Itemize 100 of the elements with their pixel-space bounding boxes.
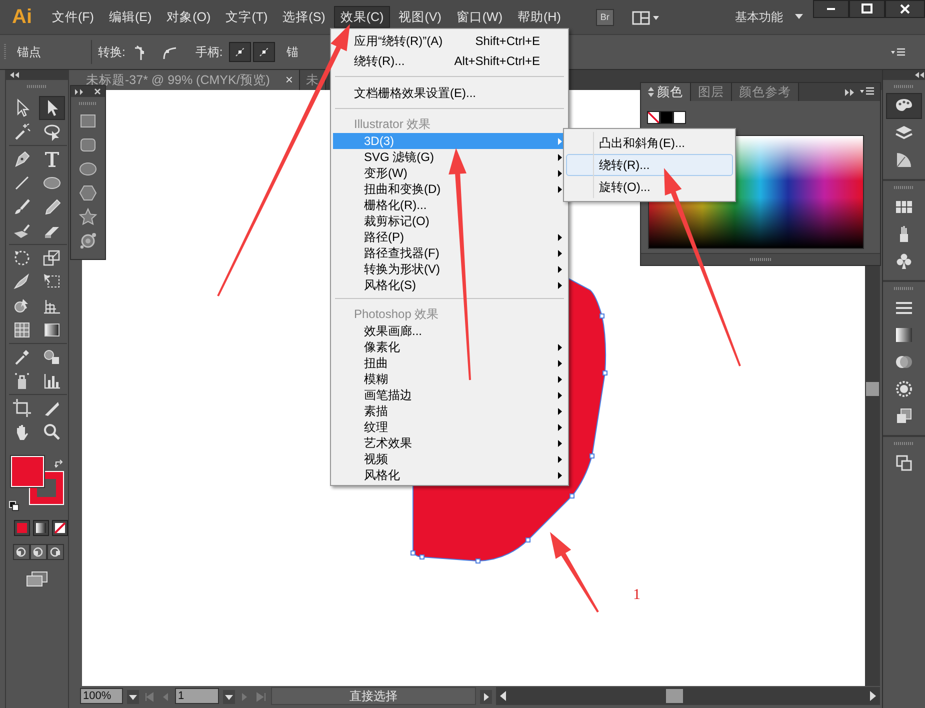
draw-normal-icon[interactable]: [13, 544, 30, 560]
submenu-arrow-icon: [558, 250, 562, 258]
swap-icon[interactable]: [54, 458, 64, 469]
close-icon[interactable]: [94, 88, 101, 95]
menu-item[interactable]: 编辑(E): [102, 6, 158, 28]
menu-item[interactable]: 旋转(O)...: [566, 176, 733, 198]
grip-icon[interactable]: [27, 84, 47, 88]
menu-item[interactable]: 文件(F): [46, 6, 100, 28]
expand-icon[interactable]: [75, 88, 83, 94]
bridge-button[interactable]: Br: [596, 8, 614, 26]
panel-menu-icon[interactable]: [891, 48, 905, 58]
dropdown-icon[interactable]: [223, 690, 235, 704]
caret-icon[interactable]: [795, 14, 803, 20]
workspace-label[interactable]: 基本功能: [735, 8, 783, 26]
document-tab[interactable]: 未标题-37* @ 99% (CMYK/预览) ×: [78, 70, 300, 90]
menu-item[interactable]: 文档栅格效果设置(E)...: [351, 83, 566, 103]
menu-item[interactable]: 视频: [333, 451, 566, 467]
stroke-swatch[interactable]: [30, 472, 63, 504]
submenu-arrow-icon: [558, 360, 562, 368]
screen-mode-icon[interactable]: [26, 570, 48, 587]
artboard-field[interactable]: 1: [175, 688, 219, 704]
scrollbar-thumb[interactable]: [866, 382, 879, 396]
grip-icon: [4, 42, 7, 62]
scroll-left-icon[interactable]: [500, 691, 506, 701]
convert-label: 转换:: [98, 44, 126, 61]
collapse-icon[interactable]: [10, 72, 20, 78]
close-button[interactable]: [885, 0, 925, 18]
scrollbar-thumb[interactable]: [666, 689, 683, 703]
menu-item[interactable]: 转换为形状(V): [333, 261, 566, 277]
zoom-field[interactable]: 100%: [80, 688, 123, 704]
panel-tab[interactable]: 颜色: [641, 83, 691, 101]
color-swatch[interactable]: [660, 111, 673, 124]
menu-item[interactable]: 风格化: [333, 467, 566, 483]
draw-behind-icon[interactable]: [30, 544, 47, 560]
scroll-right-icon[interactable]: [870, 691, 876, 701]
minimize-icon: [827, 8, 835, 10]
menu-item[interactable]: 像素化: [333, 339, 566, 355]
document-tab-title[interactable]: 未标题-37* @ 99% (CMYK/预览): [86, 70, 270, 90]
grip-icon[interactable]: [79, 102, 97, 104]
none-mode-icon[interactable]: [52, 520, 68, 536]
layout-icon[interactable]: [632, 10, 660, 26]
draw-inside-icon[interactable]: [47, 544, 64, 560]
menu-item[interactable]: 风格化(S): [333, 277, 566, 293]
menu-item[interactable]: 窗口(W): [450, 6, 508, 28]
menu-item[interactable]: 选择(S): [276, 6, 332, 28]
menu-item[interactable]: 扭曲: [333, 355, 566, 371]
menu-item[interactable]: 绕转(R)... Alt+Shift+Ctrl+E: [351, 51, 566, 71]
menu-item[interactable]: 路径查找器(F): [333, 245, 566, 261]
menu-item[interactable]: SVG 滤镜(G): [333, 149, 566, 165]
grip-icon[interactable]: [750, 258, 772, 261]
rotate-tool-icon: [12, 248, 32, 268]
hide-handles-button[interactable]: [252, 42, 275, 62]
tool-button[interactable]: [39, 96, 65, 120]
menu-item[interactable]: 效果(C): [334, 6, 390, 28]
pen-tool-icon: [12, 149, 32, 169]
menu-item[interactable]: 画笔描边: [333, 387, 566, 403]
submenu-arrow-icon: [558, 154, 562, 162]
panel-menu-icon[interactable]: [860, 87, 874, 97]
grip-icon[interactable]: [894, 442, 914, 444]
polygon-tool-icon: [78, 183, 98, 203]
fill-swatch[interactable]: [11, 456, 44, 487]
menu-item[interactable]: 效果画廊...: [333, 323, 566, 339]
status-menu-icon[interactable]: [480, 690, 492, 704]
tab-close-button[interactable]: ×: [285, 70, 293, 90]
submenu-arrow-icon: [558, 266, 562, 274]
default-colors-icon[interactable]: [9, 500, 19, 511]
menu-item[interactable]: 栅格化(R)...: [333, 197, 566, 213]
color-palette-button[interactable]: [886, 93, 922, 119]
menu-item[interactable]: 扭曲和变换(D): [333, 181, 566, 197]
menu-item[interactable]: 纹理: [333, 419, 566, 435]
menu-item[interactable]: 变形(W): [333, 165, 566, 181]
color-swatch[interactable]: [673, 111, 686, 124]
color-mode-icon[interactable]: [14, 520, 30, 536]
warp-tool-icon: [12, 272, 32, 292]
menu-item[interactable]: 凸出和斜角(E)...: [566, 132, 733, 154]
minimize-button[interactable]: [813, 0, 849, 18]
grip-icon[interactable]: [894, 84, 914, 88]
show-handles-button[interactable]: [228, 42, 251, 62]
grip-icon[interactable]: [894, 186, 914, 188]
grip-icon[interactable]: [894, 286, 914, 290]
menu-item[interactable]: 路径(P): [333, 229, 566, 245]
menu-item[interactable]: 文字(T): [220, 6, 274, 28]
menu-item[interactable]: 对象(O): [160, 6, 217, 28]
collapse-icon[interactable]: [915, 72, 925, 78]
artboard-tool-icon: [12, 398, 32, 418]
menu-item[interactable]: 裁剪标记(O): [333, 213, 566, 229]
menu-item[interactable]: 绕转(R)...: [566, 154, 733, 176]
menu-item[interactable]: 模糊: [333, 371, 566, 387]
menu-item[interactable]: 应用“绕转(R)”(A) Shift+Ctrl+E: [351, 31, 566, 51]
star-tool-icon: [78, 207, 98, 227]
menu-item[interactable]: 视图(V): [392, 6, 448, 28]
menu-item[interactable]: 素描: [333, 403, 566, 419]
maximize-icon: [861, 3, 873, 15]
none-swatch[interactable]: [647, 111, 660, 124]
submenu-arrow-icon: [558, 282, 562, 290]
gradient-mode-icon[interactable]: [33, 520, 49, 536]
maximize-button[interactable]: [849, 0, 885, 18]
dropdown-icon[interactable]: [127, 690, 139, 704]
menu-item[interactable]: 帮助(H): [512, 6, 567, 28]
menu-item[interactable]: 艺术效果: [333, 435, 566, 451]
